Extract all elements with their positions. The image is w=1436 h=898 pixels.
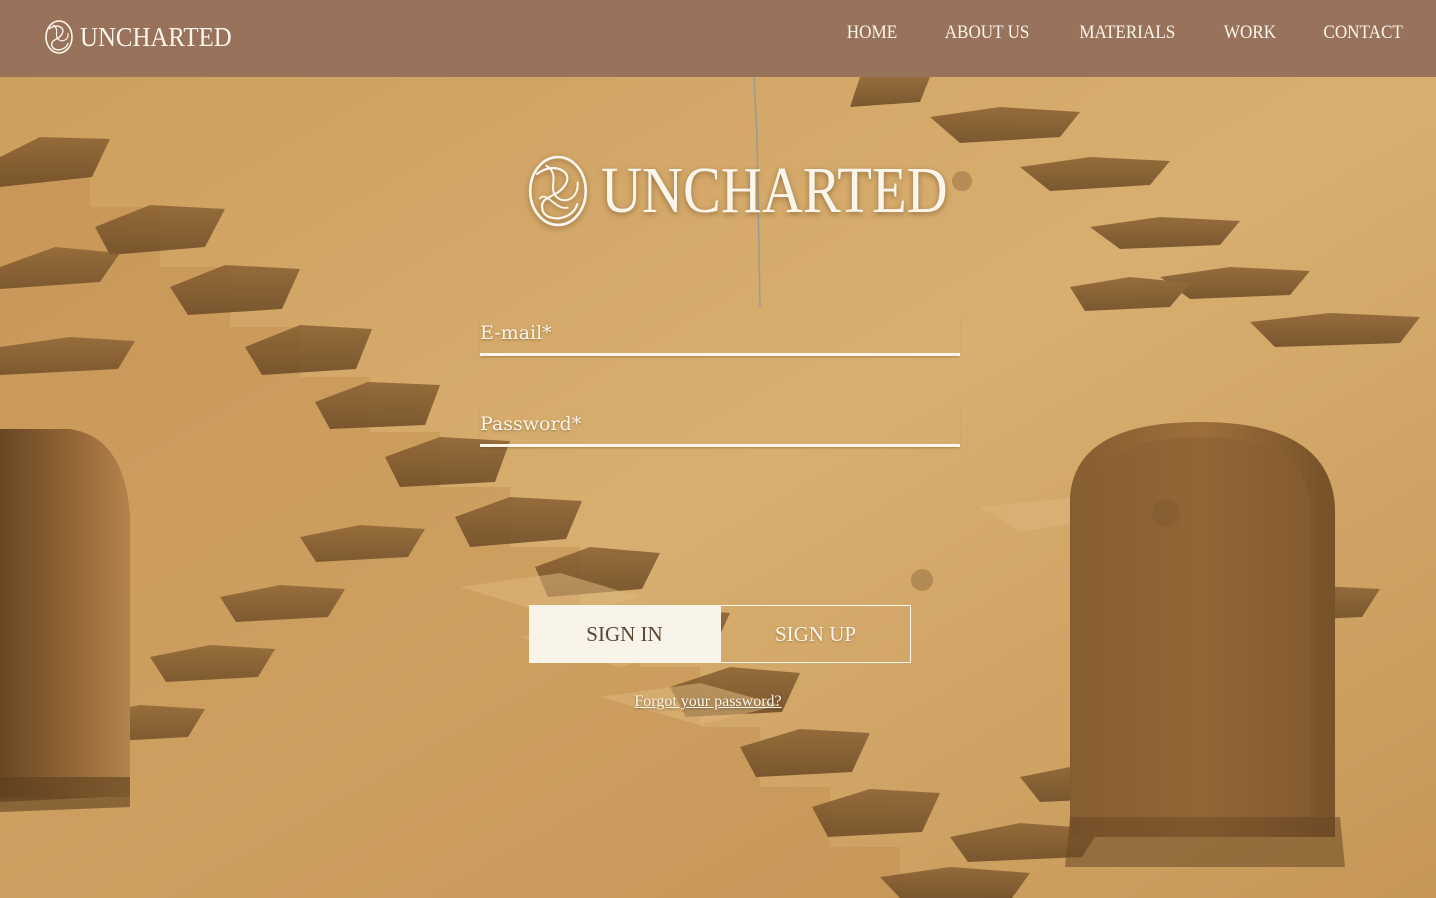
- nav-item-home[interactable]: HOME: [847, 22, 897, 44]
- forgot-password-link[interactable]: Forgot your password?: [634, 693, 781, 710]
- nav-item-work[interactable]: WORK: [1224, 22, 1276, 44]
- forgot-password-wrapper: Forgot your password?: [0, 693, 1416, 711]
- password-field[interactable]: [480, 403, 960, 444]
- email-field-wrapper: [480, 312, 960, 356]
- nav-item-about[interactable]: ABOUT US: [945, 22, 1030, 44]
- brand-wordmark: UNCHARTED: [80, 21, 232, 52]
- password-field-wrapper: [480, 403, 960, 447]
- swirl-logo-icon: [45, 20, 73, 54]
- nav-item-contact[interactable]: CONTACT: [1323, 22, 1402, 44]
- hero-logo: UNCHARTED: [527, 153, 1004, 229]
- login-page: UNCHARTED HOME ABOUT US MATERIALS WORK C…: [0, 0, 1436, 898]
- swirl-logo-icon: [528, 155, 588, 227]
- email-field[interactable]: [480, 312, 960, 353]
- nav-logo[interactable]: UNCHARTED: [44, 18, 245, 56]
- main-nav: HOME ABOUT US MATERIALS WORK CONTACT: [844, 22, 1407, 44]
- auth-button-group: SIGN IN SIGN UP: [529, 605, 911, 663]
- top-navbar: UNCHARTED HOME ABOUT US MATERIALS WORK C…: [0, 0, 1436, 77]
- nav-item-materials[interactable]: MATERIALS: [1079, 22, 1175, 44]
- sign-up-button[interactable]: SIGN UP: [720, 605, 911, 663]
- hero-wordmark: UNCHARTED: [601, 154, 948, 227]
- sign-in-button[interactable]: SIGN IN: [529, 605, 720, 663]
